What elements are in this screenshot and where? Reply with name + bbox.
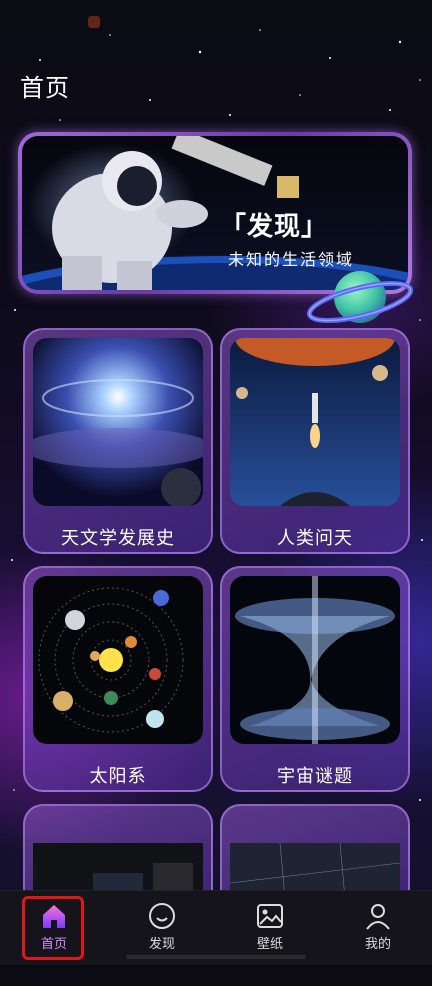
card-label: 太阳系 — [89, 766, 147, 787]
image-icon — [257, 904, 283, 928]
card-label: 天文学发展史 — [61, 528, 175, 549]
card-solar-system[interactable]: 太阳系 — [23, 566, 213, 792]
card-astronomy-history[interactable]: 天文学发展史 — [23, 328, 213, 554]
person-icon — [366, 904, 390, 930]
card-cosmic-mysteries[interactable]: 宇宙谜题 — [220, 566, 410, 792]
ringed-planet-icon — [306, 271, 414, 324]
page-title: 首页 — [20, 74, 70, 102]
banner-title: 「发现」 — [220, 212, 329, 242]
nav-tab-mine[interactable]: 我的 — [338, 901, 418, 952]
solar-system-thumbnail — [33, 576, 203, 744]
nav-label-discover: 发现 — [148, 937, 175, 952]
card-label: 宇宙谜题 — [277, 766, 353, 787]
galaxy-thumbnail — [23, 338, 213, 508]
card-human-space[interactable]: 人类问天 — [220, 310, 410, 554]
home-tab-highlight-box — [22, 896, 84, 960]
nav-label-wallpaper: 壁纸 — [256, 937, 283, 952]
smile-face-icon — [149, 903, 175, 929]
status-bar — [18, 14, 414, 34]
wormhole-thumbnail — [230, 576, 400, 744]
nav-tab-wallpaper[interactable]: 壁纸 — [230, 901, 310, 952]
nav-label-mine: 我的 — [364, 937, 391, 952]
rocket-launch-thumbnail — [230, 310, 400, 506]
system-home-indicator[interactable] — [126, 955, 306, 959]
card-label: 人类问天 — [277, 528, 353, 549]
notification-app-icon — [88, 15, 100, 28]
nav-tab-discover[interactable]: 发现 — [122, 901, 202, 952]
